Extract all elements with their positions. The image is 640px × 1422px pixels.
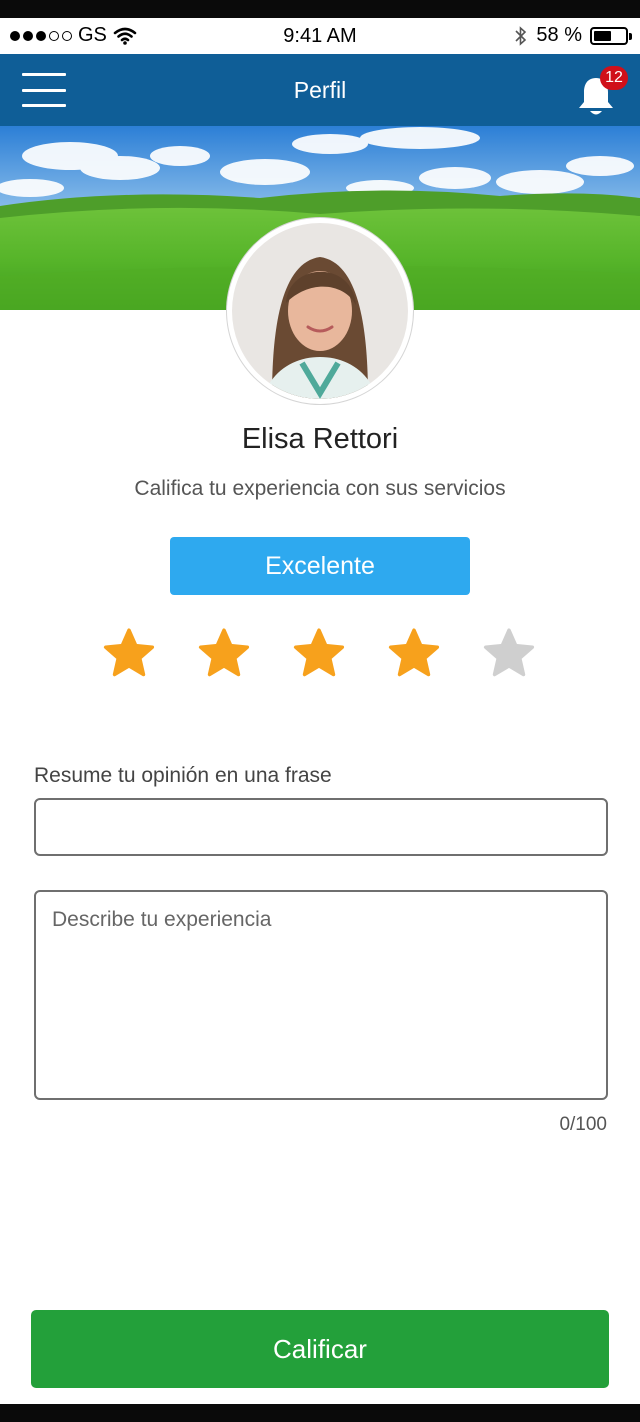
rating-label: Excelente (170, 537, 470, 595)
submit-rating-button[interactable]: Calificar (31, 1310, 609, 1388)
char-counter: 0/100 (559, 1114, 607, 1135)
notifications-button[interactable]: 12 (576, 66, 628, 118)
bluetooth-icon (515, 25, 527, 46)
device-frame-bottom (0, 1404, 640, 1422)
battery-icon (590, 26, 632, 45)
battery-percent: 58 % (536, 24, 582, 46)
star-icon[interactable] (100, 626, 158, 682)
status-right: 58 % (514, 24, 632, 47)
profile-photo (232, 223, 408, 399)
opinion-label: Resume tu opinión en una frase (34, 764, 332, 787)
opinion-input[interactable] (34, 798, 608, 856)
notification-badge: 12 (600, 66, 628, 90)
device-frame-top (0, 0, 640, 18)
status-bar: GS 9:41 AM 58 % (0, 18, 640, 54)
menu-icon (22, 73, 66, 76)
star-icon[interactable] (480, 626, 538, 682)
experience-textarea[interactable] (34, 890, 608, 1100)
rating-prompt: Califica tu experiencia con sus servicio… (134, 477, 506, 500)
star-icon[interactable] (385, 626, 443, 682)
page-title: Perfil (293, 77, 347, 103)
app-header: Perfil 12 (0, 54, 640, 126)
star-icon[interactable] (290, 626, 348, 682)
profile-name: Elisa Rettori (241, 423, 399, 455)
menu-button[interactable] (22, 70, 66, 110)
star-rating (100, 626, 540, 682)
avatar (227, 218, 413, 404)
star-icon[interactable] (195, 626, 253, 682)
